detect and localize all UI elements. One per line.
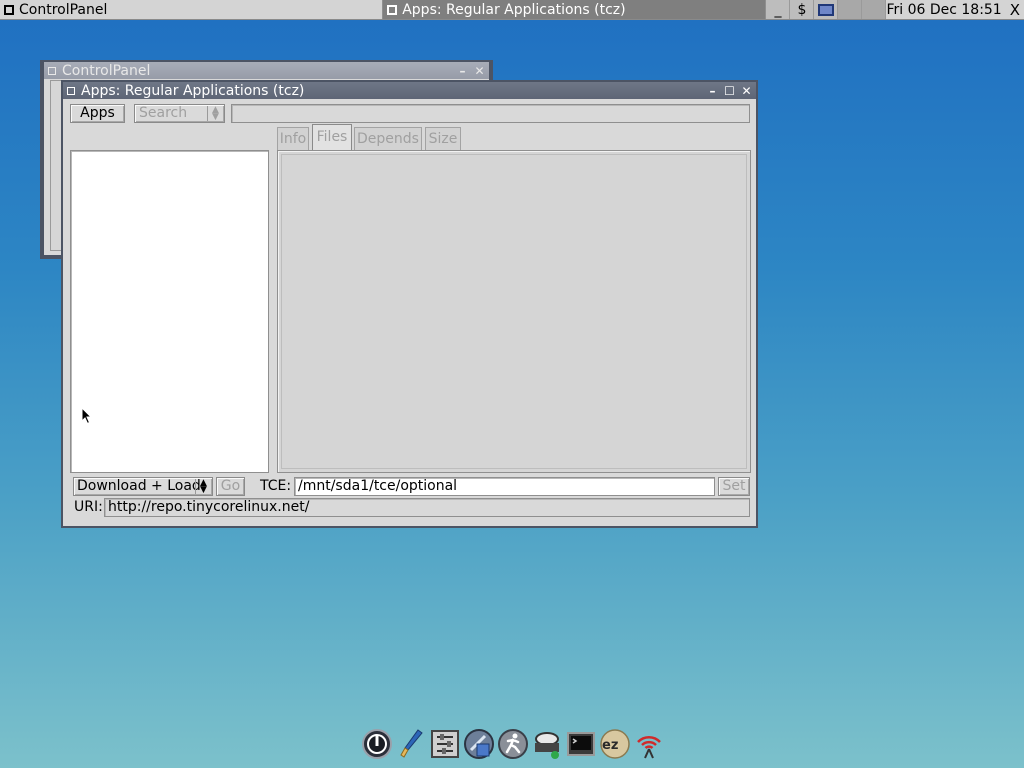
set-button[interactable]: Set xyxy=(718,477,750,496)
tab-info[interactable]: Info xyxy=(277,127,309,150)
search-mode-label: Search xyxy=(139,105,188,121)
window-icon xyxy=(387,4,398,15)
apps-icon[interactable] xyxy=(463,726,496,762)
app-list[interactable] xyxy=(70,150,269,473)
download-mode-select[interactable]: Download + Load ▲ ▼ xyxy=(73,477,213,496)
clock[interactable]: Fri 06 Dec 18:51 X xyxy=(886,0,1024,19)
tab-files[interactable]: Files xyxy=(312,124,352,151)
tab-depends[interactable]: Depends xyxy=(354,127,422,150)
taskbar-item-controlpanel[interactable]: ControlPanel xyxy=(0,0,384,19)
search-mode-select[interactable]: Search ▲ ▼ xyxy=(134,104,225,123)
select-arrows-icon: ▲ ▼ xyxy=(195,478,211,494)
select-arrows-icon: ▲ ▼ xyxy=(207,105,223,121)
mount-tool-icon[interactable] xyxy=(531,726,564,762)
taskbar-item-label: Apps: Regular Applications (tcz) xyxy=(402,1,626,18)
taskbar-item-apps[interactable]: Apps: Regular Applications (tcz) xyxy=(383,0,767,19)
terminal-tray-button[interactable]: $ xyxy=(790,0,815,19)
taskbar-item-label: ControlPanel xyxy=(19,1,108,18)
workspace-3-button[interactable] xyxy=(862,0,887,19)
brush-icon[interactable] xyxy=(395,726,428,762)
apps-titlebar[interactable]: Apps: Regular Applications (tcz) – ☐ ✕ xyxy=(63,82,756,99)
terminal-tray-label: $ xyxy=(797,1,807,18)
window-icon xyxy=(48,66,56,75)
close-button[interactable]: ✕ xyxy=(474,65,485,77)
close-button[interactable]: ✕ xyxy=(741,85,752,97)
controlpanel-titlebar[interactable]: ControlPanel – ✕ xyxy=(44,62,489,79)
minimize-button[interactable]: – xyxy=(707,85,718,97)
wireless-icon[interactable] xyxy=(633,726,666,762)
search-input[interactable] xyxy=(231,104,750,123)
minimize-button[interactable]: – xyxy=(457,65,468,77)
power-icon[interactable] xyxy=(361,726,394,762)
window-title: Apps: Regular Applications (tcz) xyxy=(81,82,305,99)
svg-text:ez: ez xyxy=(602,738,618,753)
control-panel-icon[interactable] xyxy=(429,726,462,762)
files-content[interactable] xyxy=(281,154,747,469)
ezremaster-icon[interactable]: ez xyxy=(599,726,632,762)
uri-label: URI: xyxy=(74,499,103,515)
workspace-2-button[interactable] xyxy=(838,0,863,19)
monitor-icon xyxy=(817,3,834,16)
maximize-button[interactable]: ☐ xyxy=(724,85,735,97)
system-tray: _ $ xyxy=(766,0,887,19)
clock-text: Fri 06 Dec 18:51 xyxy=(886,1,1002,18)
window-icon xyxy=(67,86,75,95)
close-icon[interactable]: X xyxy=(1010,1,1020,19)
minimize-all-button[interactable]: _ xyxy=(766,0,791,19)
download-mode-label: Download + Load xyxy=(77,478,201,494)
run-icon[interactable] xyxy=(497,726,530,762)
terminal-icon[interactable] xyxy=(565,726,598,762)
mouse-cursor-icon xyxy=(81,407,93,425)
go-button[interactable]: Go xyxy=(216,477,245,496)
tce-path-input[interactable]: /mnt/sda1/tce/optional xyxy=(294,477,715,496)
top-taskbar: ControlPanel Apps: Regular Applications … xyxy=(0,0,1024,20)
minimize-all-label: _ xyxy=(774,1,782,18)
workspace-1-button[interactable] xyxy=(814,0,839,19)
window-title: ControlPanel xyxy=(62,62,151,79)
uri-input[interactable]: http://repo.tinycorelinux.net/ xyxy=(104,498,750,517)
files-tab-panel xyxy=(277,150,751,473)
app-dock: ez xyxy=(360,724,666,764)
tce-label: TCE: xyxy=(260,478,292,494)
apps-window: Apps: Regular Applications (tcz) – ☐ ✕ A… xyxy=(61,80,758,528)
tab-size[interactable]: Size xyxy=(425,127,461,150)
window-icon xyxy=(4,4,14,15)
apps-menu-button[interactable]: Apps xyxy=(70,104,125,123)
